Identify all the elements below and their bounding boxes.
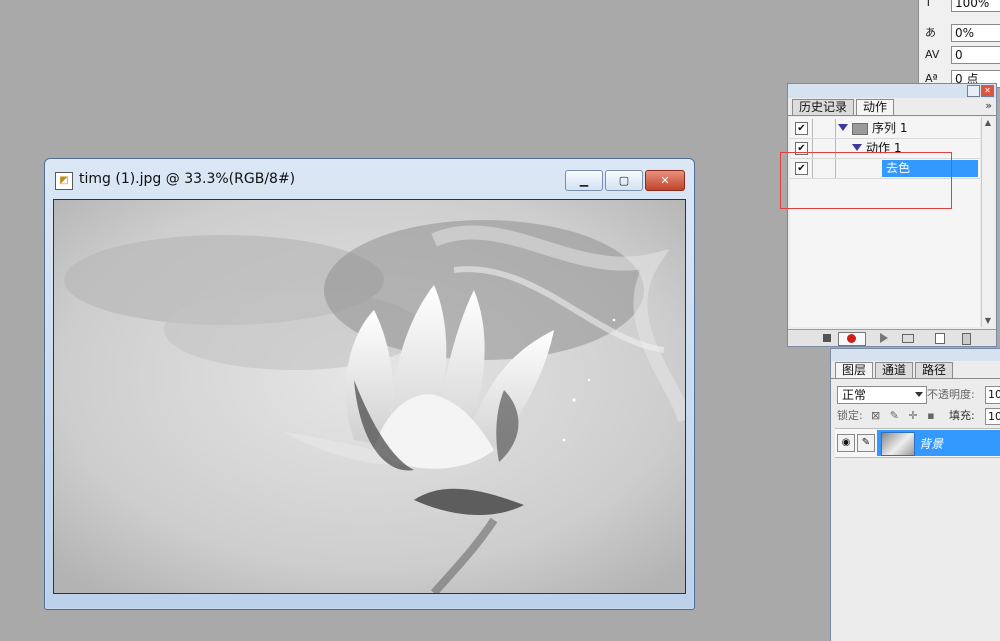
expand-triangle-icon[interactable] xyxy=(852,144,862,151)
lock-options-icons[interactable]: ⊠ ✎ ✛ ▪ xyxy=(871,408,938,424)
blend-mode-select[interactable]: 正常 xyxy=(837,386,927,404)
layer-name: 背景 xyxy=(919,437,944,451)
palette-menu-icon[interactable]: » xyxy=(985,99,992,112)
fill-label: 填充: xyxy=(949,409,975,422)
dialog-toggle-cell[interactable] xyxy=(812,119,836,138)
chevron-down-icon xyxy=(915,392,923,397)
palette-titlebar[interactable]: ✕ xyxy=(788,84,996,98)
document-canvas[interactable] xyxy=(53,199,686,594)
layer-row-background[interactable]: ◉ ✎ 背景 xyxy=(835,428,1000,458)
trash-icon[interactable] xyxy=(958,332,972,345)
tab-paths[interactable]: 路径 xyxy=(915,362,954,378)
actions-list: ✔ 序列 1 ✔ 动作 1 ✔ 去色 xyxy=(790,117,980,327)
action-set-label: 序列 1 xyxy=(872,121,908,135)
visibility-eye-icon[interactable]: ◉ xyxy=(837,434,855,452)
scroll-up-icon[interactable]: ▲ xyxy=(982,117,994,129)
opacity-field[interactable]: 10 xyxy=(985,386,1000,404)
actions-scrollbar[interactable]: ▲ ▼ xyxy=(981,117,994,327)
action-row-set[interactable]: ✔ 序列 1 xyxy=(790,119,980,139)
document-title: timg (1).jpg @ 33.3%(RGB/8#) xyxy=(79,171,296,187)
lotus-image xyxy=(54,200,685,593)
close-icon: ✕ xyxy=(660,174,670,187)
maximize-icon: ▢ xyxy=(618,174,630,187)
font-size-icon: T xyxy=(925,0,932,9)
tab-actions[interactable]: 动作 xyxy=(856,99,895,115)
stop-icon[interactable] xyxy=(820,332,834,344)
fill-field[interactable]: 10 xyxy=(985,408,1000,425)
kerning-field[interactable]: 0 xyxy=(951,46,1000,64)
blend-mode-value: 正常 xyxy=(842,388,867,402)
new-set-icon[interactable] xyxy=(900,332,914,344)
tab-layers[interactable]: 图层 xyxy=(835,362,874,378)
tracking-field[interactable]: 0% xyxy=(951,24,1000,42)
scroll-down-icon[interactable]: ▼ xyxy=(982,315,994,327)
layers-palette: 图层 通道 路径 正常 不透明度: 10 锁定: ⊠ ✎ ✛ ▪ 填充: 10 … xyxy=(830,348,1000,641)
tracking-icon: あ xyxy=(925,26,936,39)
actions-palette: ✕ 历史记录 动作 » ✔ 序列 1 ✔ 动作 1 ✔ 去色 ▲ ▼ xyxy=(787,83,997,347)
minimize-icon: ▁ xyxy=(579,174,589,187)
minimize-button[interactable]: ▁ xyxy=(565,170,603,191)
font-size-field[interactable]: 100% xyxy=(951,0,1000,12)
actions-tabstrip: 历史记录 动作 » xyxy=(788,98,996,116)
new-action-icon[interactable] xyxy=(932,332,946,344)
palette-minimize-button[interactable] xyxy=(967,85,980,97)
close-button[interactable]: ✕ xyxy=(645,170,685,191)
layers-tabstrip: 图层 通道 路径 xyxy=(831,361,1000,379)
expand-triangle-icon[interactable] xyxy=(838,124,848,131)
palette-close-button[interactable]: ✕ xyxy=(981,85,994,97)
character-panel: T 100% あ 0% AV 0 Aª 0 点 xyxy=(918,0,1000,88)
brush-icon[interactable]: ✎ xyxy=(857,434,875,452)
annotation-highlight-box xyxy=(780,152,952,209)
document-file-icon: ◩ xyxy=(55,172,73,190)
layer-thumbnail xyxy=(881,432,915,456)
action-toggle-checkbox[interactable]: ✔ xyxy=(795,122,808,135)
folder-icon xyxy=(852,123,868,135)
document-window: ◩ timg (1).jpg @ 33.3%(RGB/8#) ▁ ▢ ✕ xyxy=(44,158,695,610)
record-icon[interactable] xyxy=(838,332,866,346)
tab-history[interactable]: 历史记录 xyxy=(792,99,855,115)
kerning-icon: AV xyxy=(925,48,940,61)
play-icon[interactable] xyxy=(876,332,890,344)
actions-button-bar xyxy=(788,329,996,346)
maximize-button[interactable]: ▢ xyxy=(605,170,643,191)
document-titlebar[interactable]: ◩ timg (1).jpg @ 33.3%(RGB/8#) ▁ ▢ ✕ xyxy=(45,159,694,197)
tab-channels[interactable]: 通道 xyxy=(875,362,914,378)
opacity-label: 不透明度: xyxy=(927,388,975,401)
layers-titlebar[interactable] xyxy=(831,349,1000,361)
lock-label: 锁定: xyxy=(837,409,863,422)
